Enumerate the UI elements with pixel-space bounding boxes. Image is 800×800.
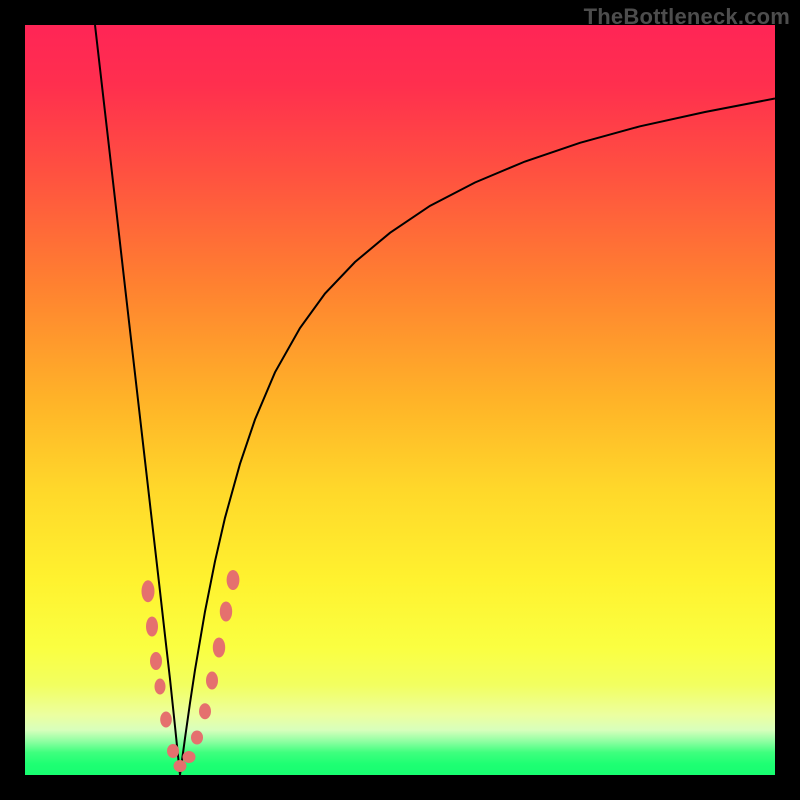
bead-cluster bbox=[142, 570, 240, 772]
bead-point bbox=[174, 760, 187, 772]
bead-point bbox=[146, 617, 158, 637]
bead-point bbox=[167, 744, 179, 758]
bead-point bbox=[160, 712, 172, 728]
watermark-text: TheBottleneck.com bbox=[584, 4, 790, 30]
bead-point bbox=[227, 570, 240, 590]
chart-frame: TheBottleneck.com bbox=[0, 0, 800, 800]
bead-point bbox=[191, 731, 203, 745]
bead-point bbox=[155, 679, 166, 695]
bead-point bbox=[199, 703, 211, 719]
bead-point bbox=[142, 580, 155, 602]
bead-point bbox=[206, 672, 218, 690]
bead-point bbox=[150, 652, 162, 670]
curve-layer bbox=[25, 25, 775, 775]
plot-area bbox=[25, 25, 775, 775]
curve-left-branch bbox=[95, 25, 180, 775]
bead-point bbox=[213, 638, 225, 658]
curve-right-branch bbox=[180, 99, 775, 776]
bead-point bbox=[183, 751, 196, 763]
bead-point bbox=[220, 602, 232, 622]
